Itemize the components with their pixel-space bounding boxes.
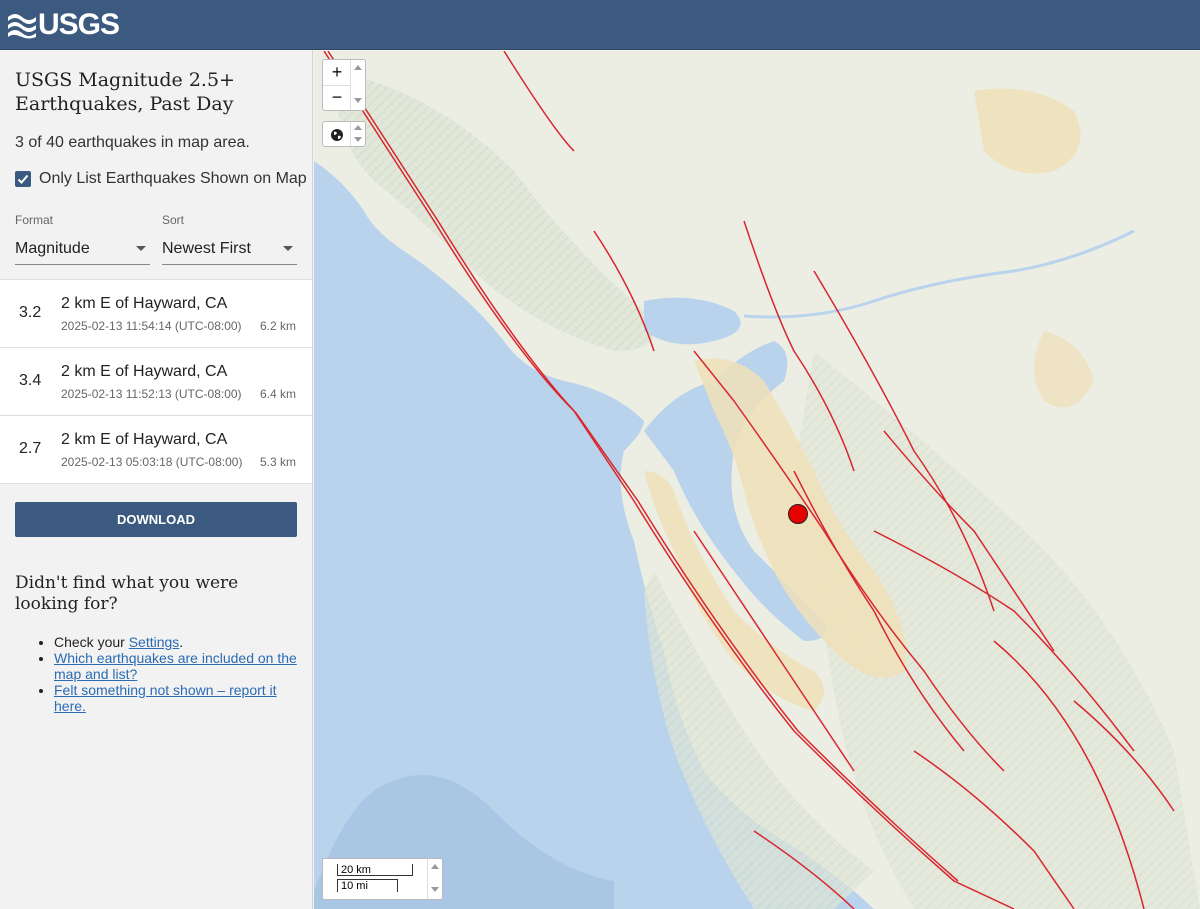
scroll-down-icon: [431, 887, 439, 892]
page-title: USGS Magnitude 2.5+ Earthquakes, Past Da…: [15, 69, 235, 115]
logo-text: USGS: [38, 8, 120, 41]
map-view[interactable]: + − 20 km 10 mi: [314, 51, 1200, 909]
earthquake-count: 3 of 40 earthquakes in map area.: [15, 134, 250, 151]
place: 2 km E of Hayward, CA: [61, 431, 228, 448]
basemap: [314, 51, 1200, 909]
sort-label: Sort: [162, 213, 185, 227]
only-list-toggle[interactable]: Only List Earthquakes Shown on Map: [15, 170, 307, 188]
place: 2 km E of Hayward, CA: [61, 295, 228, 312]
layers-scrollbar[interactable]: [350, 122, 365, 146]
globe-icon: [331, 129, 343, 141]
help-item-text: Check your: [54, 634, 129, 650]
earthquake-list-item[interactable]: 2.7 2 km E of Hayward, CA 2025-02-13 05:…: [0, 416, 312, 484]
scroll-up-icon: [354, 125, 362, 130]
format-label: Format: [15, 213, 54, 227]
usgs-wave-icon: [8, 14, 36, 39]
settings-link[interactable]: Settings: [129, 634, 180, 650]
scroll-up-icon: [431, 864, 439, 869]
help-item-settings: Check your Settings.: [54, 634, 300, 650]
check-icon: [17, 174, 29, 184]
zoom-scrollbar[interactable]: [350, 60, 365, 110]
zoom-in-button[interactable]: +: [323, 60, 351, 85]
format-value: Magnitude: [15, 240, 90, 257]
format-select-group: Format Magnitude: [15, 213, 150, 265]
scale-km: 20 km: [337, 864, 413, 876]
help-item-suffix: .: [179, 634, 184, 650]
depth: 5.3 km: [259, 455, 296, 469]
chevron-down-icon: [136, 246, 146, 251]
help-title: Didn't find what you were looking for?: [15, 573, 239, 614]
place: 2 km E of Hayward, CA: [61, 363, 228, 380]
header-bar: USGS: [0, 0, 1200, 50]
earthquake-list-item[interactable]: 3.4 2 km E of Hayward, CA 2025-02-13 11:…: [0, 348, 312, 416]
zoom-control: + −: [322, 59, 366, 111]
scale-scrollbar[interactable]: [427, 859, 442, 899]
scale-mi: 10 mi: [337, 879, 398, 892]
time: 2025-02-13 05:03:18 (UTC-08:00): [61, 455, 243, 469]
only-list-checkbox[interactable]: [15, 171, 31, 187]
sort-select-group: Sort Newest First: [162, 213, 297, 265]
sidebar: USGS Magnitude 2.5+ Earthquakes, Past Da…: [0, 50, 313, 909]
only-list-label: Only List Earthquakes Shown on Map: [39, 170, 307, 187]
help-item-report: Felt something not shown – report it her…: [54, 682, 300, 714]
time: 2025-02-13 11:54:14 (UTC-08:00): [61, 319, 242, 333]
download-button[interactable]: DOWNLOAD: [15, 502, 297, 537]
scroll-up-icon: [354, 65, 362, 70]
earthquake-list: 3.2 2 km E of Hayward, CA 2025-02-13 11:…: [0, 279, 312, 484]
help-item-included: Which earthquakes are included on the ma…: [54, 650, 300, 682]
layers-control[interactable]: [322, 121, 366, 147]
which-earthquakes-link[interactable]: Which earthquakes are included on the ma…: [54, 650, 297, 682]
help-list: Check your Settings. Which earthquakes a…: [15, 634, 300, 714]
depth: 6.2 km: [259, 319, 296, 333]
zoom-out-button[interactable]: −: [323, 85, 351, 110]
sort-select[interactable]: Newest First: [162, 233, 297, 265]
chevron-down-icon: [283, 246, 293, 251]
scale-bar: 20 km 10 mi: [322, 858, 443, 900]
earthquake-list-item[interactable]: 3.2 2 km E of Hayward, CA 2025-02-13 11:…: [0, 280, 312, 348]
report-felt-link[interactable]: Felt something not shown – report it her…: [54, 682, 277, 714]
depth: 6.4 km: [259, 387, 296, 401]
sort-value: Newest First: [162, 240, 251, 257]
magnitude: 3.2: [19, 304, 42, 321]
format-select[interactable]: Magnitude: [15, 233, 150, 265]
magnitude: 3.4: [19, 372, 42, 389]
earthquake-marker[interactable]: [788, 504, 808, 524]
usgs-logo[interactable]: USGS: [8, 8, 120, 41]
magnitude: 2.7: [19, 440, 42, 457]
time: 2025-02-13 11:52:13 (UTC-08:00): [61, 387, 242, 401]
scroll-down-icon: [354, 137, 362, 142]
scroll-down-icon: [354, 98, 362, 103]
